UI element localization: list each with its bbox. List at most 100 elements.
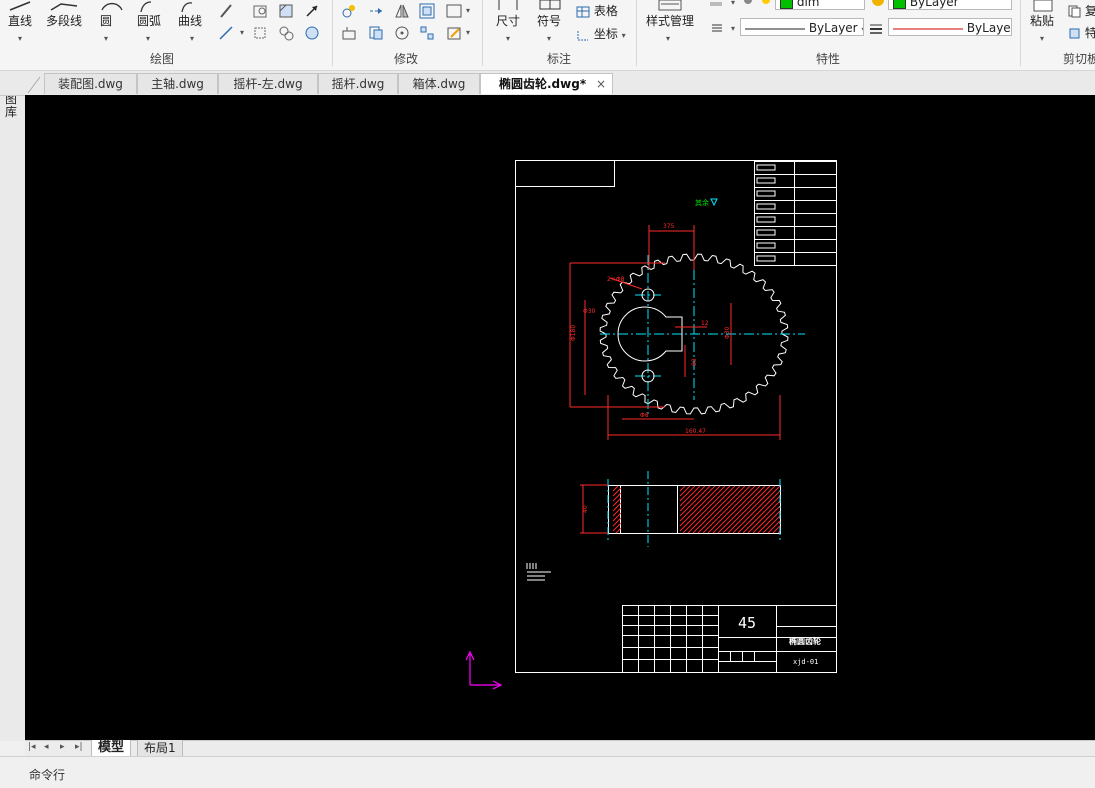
tab-rocker[interactable]: 摇杆.dwg [318, 73, 398, 94]
lineweight-list-icon[interactable] [710, 20, 726, 36]
chevron-down-icon[interactable]: ▾ [240, 28, 244, 37]
last-layout-button[interactable]: ▸| [75, 742, 83, 752]
table-cell-text [756, 164, 776, 171]
paste-special-button[interactable]: 特 [1068, 24, 1095, 41]
curve-tool-button[interactable]: 曲线 [178, 0, 202, 29]
prev-layout-button[interactable]: ◂ [44, 742, 49, 752]
hatch-line [702, 485, 751, 534]
group-separator [332, 0, 333, 66]
chevron-down-icon[interactable]: ▾ [18, 34, 22, 43]
stretch-icon[interactable] [341, 25, 357, 41]
chevron-down-icon[interactable]: ▾ [666, 34, 670, 43]
tab-elliptic-gear[interactable]: 椭圆齿轮.dwg* × [480, 73, 613, 94]
move-icon[interactable] [341, 3, 357, 19]
color-combo[interactable]: ByLayer [888, 0, 1012, 10]
style-manager-button[interactable]: 样式管理 [646, 0, 694, 29]
circle-tool-button[interactable]: 圆 [100, 0, 124, 29]
block-icon[interactable] [278, 25, 294, 41]
draw-group-label: 绘图 [150, 52, 175, 66]
region-icon[interactable] [252, 3, 268, 19]
lineweight-preview [893, 28, 963, 29]
line-tool-button[interactable]: 直线 [8, 0, 32, 29]
chevron-down-icon[interactable]: ▾ [622, 31, 626, 40]
dim-text: 375 [663, 223, 675, 230]
chevron-down-icon[interactable]: ▾ [731, 24, 735, 33]
tab-rocker-left[interactable]: 摇杆-左.dwg [218, 73, 318, 94]
wipeout-icon[interactable] [304, 25, 320, 41]
arc-tool-button[interactable]: 圆弧 [137, 0, 161, 29]
rotate-icon[interactable] [394, 25, 410, 41]
copy-button[interactable]: 复 [1068, 2, 1095, 19]
tab-spindle[interactable]: 主轴.dwg [137, 73, 218, 94]
chevron-down-icon[interactable]: ▾ [466, 6, 470, 15]
tab-overflow-icon[interactable] [26, 74, 42, 94]
paste-button[interactable]: 粘贴 [1030, 0, 1056, 29]
command-line-bar[interactable]: 命令行 [0, 756, 1095, 788]
boundary-icon[interactable] [252, 25, 268, 41]
linetype-combo[interactable]: ByLayer ▾ [740, 18, 864, 36]
chevron-down-icon[interactable]: ▾ [506, 34, 510, 43]
chevron-down-icon[interactable]: ▾ [104, 34, 108, 43]
dim-text: Φ30 [724, 326, 731, 339]
table-tool-button[interactable]: 表格 [576, 2, 618, 19]
lightbulb-icon[interactable] [740, 0, 756, 8]
polyline-icon [50, 3, 78, 11]
chevron-down-icon[interactable]: ▾ [190, 34, 194, 43]
ucs-icon [465, 650, 503, 690]
copy-object-icon[interactable] [368, 25, 384, 41]
rectangle-select-icon[interactable] [446, 3, 462, 19]
coordinate-tool-button[interactable]: 坐标 ▾ [576, 25, 626, 42]
dim-text: 160.47 [685, 428, 706, 435]
hatch-line [679, 485, 726, 532]
color-wheel-icon[interactable] [870, 0, 886, 8]
technical-notes [526, 563, 551, 581]
hatch-line [679, 485, 691, 497]
hatch-line [679, 485, 721, 527]
hatch-line [612, 485, 619, 492]
symbol-tool-button[interactable]: 符号 [537, 0, 563, 29]
dim-text: 88 [691, 358, 698, 366]
group-separator [1020, 0, 1021, 66]
gear-bore [617, 288, 683, 383]
color-swatch [893, 0, 906, 9]
layer-combo[interactable]: dim [775, 0, 865, 10]
lineweight-combo[interactable]: ByLaye ▾ [888, 18, 1012, 36]
chevron-down-icon[interactable]: ▾ [731, 0, 735, 7]
hatch-icon[interactable] [278, 3, 294, 19]
chevron-down-icon[interactable]: ▾ [466, 28, 470, 37]
mirror-icon[interactable] [394, 3, 410, 19]
pencil-icon[interactable] [218, 3, 234, 19]
trim-icon[interactable] [368, 3, 384, 19]
drawing-number-box [515, 160, 615, 187]
close-icon[interactable]: × [596, 74, 606, 95]
offset-icon[interactable] [419, 3, 435, 19]
array-icon[interactable] [419, 25, 435, 41]
drawing-svg[interactable]: 其余 375 2×Φ8 Φ30 12 Φ30 88 Φ180 160.47 Φ8… [25, 95, 1095, 740]
chevron-down-icon[interactable]: ▾ [1040, 34, 1044, 43]
layer-icon[interactable] [708, 0, 724, 10]
dimension-tool-button[interactable]: 尺寸 [496, 0, 520, 29]
dimension-icon [498, 0, 518, 10]
hatch-line [679, 485, 701, 507]
polyline-tool-button[interactable]: 多段线 [46, 0, 82, 29]
dim-text: Φ30 [583, 308, 596, 315]
edit-properties-icon[interactable] [446, 25, 462, 41]
tab-housing[interactable]: 箱体.dwg [398, 73, 480, 94]
first-layout-button[interactable]: |◂ [28, 742, 36, 752]
hatch-line [682, 485, 731, 534]
chevron-down-icon[interactable]: ▾ [547, 34, 551, 43]
gallery-label[interactable]: 图库 [5, 93, 19, 119]
tab-assembly[interactable]: 装配图.dwg [44, 73, 137, 94]
lineweight-icon[interactable] [868, 20, 884, 36]
parameter-table [754, 161, 837, 266]
tab-model[interactable]: 模型 [91, 740, 132, 757]
dim-text: Φ180 [570, 325, 577, 341]
drawing-canvas[interactable]: 其余 375 2×Φ8 Φ30 12 Φ30 88 Φ180 160.47 Φ8… [25, 95, 1095, 740]
tab-layout1[interactable]: 布局1 [137, 740, 183, 757]
construction-line-icon[interactable] [218, 25, 234, 41]
arrow-icon[interactable] [304, 3, 320, 19]
chevron-down-icon[interactable]: ▾ [146, 34, 150, 43]
sun-icon[interactable] [758, 0, 774, 8]
surface-finish-note: 其余 [695, 198, 709, 207]
next-layout-button[interactable]: ▸ [60, 742, 65, 752]
